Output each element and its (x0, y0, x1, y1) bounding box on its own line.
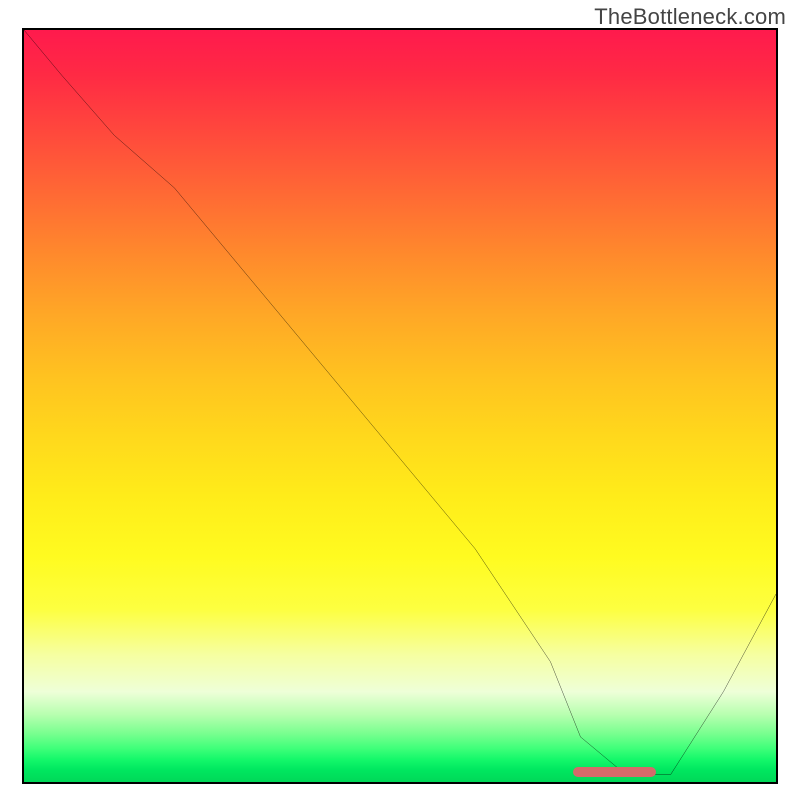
optimal-range-marker (573, 767, 656, 777)
bottleneck-curve (24, 30, 776, 782)
watermark-text: TheBottleneck.com (594, 4, 786, 30)
chart-frame (22, 28, 778, 784)
curve-path (24, 30, 776, 774)
